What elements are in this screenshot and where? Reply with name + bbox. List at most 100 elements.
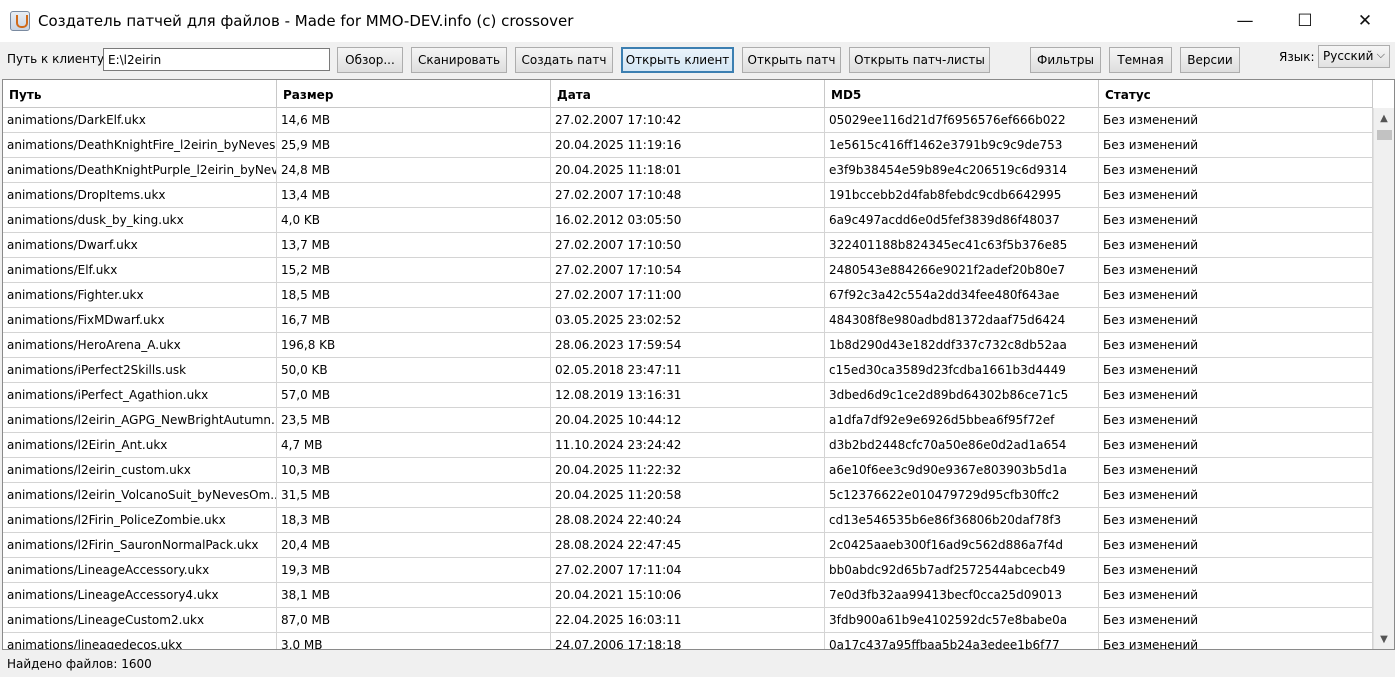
cell-path: animations/LineageAccessory.ukx <box>3 558 277 582</box>
scan-button[interactable]: Сканировать <box>411 47 507 73</box>
maximize-button[interactable]: ☐ <box>1275 0 1335 42</box>
column-md5-header[interactable]: MD5 <box>825 80 1099 108</box>
table-row[interactable]: animations/DropItems.ukx 13,4 MB 27.02.200… <box>3 183 1373 208</box>
open-patch-lists-button[interactable]: Открыть патч-листы <box>849 47 990 73</box>
cell-path: animations/l2Firin_PoliceZombie.ukx <box>3 508 277 532</box>
table-row[interactable]: animations/Dwarf.ukx 13,7 MB 27.02.2007 17… <box>3 233 1373 258</box>
table-row[interactable]: animations/LineageCustom2.ukx 87,0 MB 22.0… <box>3 608 1373 633</box>
cell-md5: 6a9c497acdd6e0d5fef3839d86f48037 <box>825 208 1099 232</box>
language-select[interactable]: Русский ⌵ <box>1318 45 1390 68</box>
column-path-header[interactable]: Путь <box>3 80 277 108</box>
table-row[interactable]: animations/FixMDwarf.ukx 16,7 MB 03.05.202… <box>3 308 1373 333</box>
cell-date: 20.04.2025 11:18:01 <box>551 158 825 182</box>
table-row[interactable]: animations/l2eirin_custom.ukx 10,3 MB 20.0… <box>3 458 1373 483</box>
minimize-button[interactable]: — <box>1215 0 1275 42</box>
cell-size: 10,3 MB <box>277 458 551 482</box>
cell-date: 02.05.2018 23:47:11 <box>551 358 825 382</box>
cell-path: animations/LineageCustom2.ukx <box>3 608 277 632</box>
cell-path: animations/l2eirin_AGPG_NewBrightAutumn.… <box>3 408 277 432</box>
dark-theme-button[interactable]: Темная <box>1109 47 1172 73</box>
toolbar: Путь к клиенту: Обзор... Сканировать Соз… <box>0 42 1395 78</box>
table-row[interactable]: animations/dusk_by_king.ukx 4,0 KB 16.02.2… <box>3 208 1373 233</box>
browse-button[interactable]: Обзор... <box>337 47 403 73</box>
cell-size: 25,9 MB <box>277 133 551 157</box>
cell-date: 11.10.2024 23:24:42 <box>551 433 825 457</box>
scroll-up-icon[interactable]: ▲ <box>1374 108 1394 128</box>
cell-md5: a6e10f6ee3c9d90e9367e803903b5d1a <box>825 458 1099 482</box>
cell-date: 28.08.2024 22:40:24 <box>551 508 825 532</box>
cell-date: 27.02.2007 17:10:42 <box>551 108 825 132</box>
java-app-icon <box>10 11 30 31</box>
open-client-button[interactable]: Открыть клиент <box>621 47 734 73</box>
table-row[interactable]: animations/HeroArena_A.ukx 196,8 KB 28.06.… <box>3 333 1373 358</box>
cell-status: Без изменений <box>1099 258 1373 282</box>
cell-path: animations/Elf.ukx <box>3 258 277 282</box>
cell-date: 22.04.2025 16:03:11 <box>551 608 825 632</box>
cell-status: Без изменений <box>1099 333 1373 357</box>
cell-md5: bb0abdc92d65b7adf2572544abcecb49 <box>825 558 1099 582</box>
cell-size: 15,2 MB <box>277 258 551 282</box>
table-row[interactable]: animations/iPerfect2Skills.usk 50,0 KB 02.… <box>3 358 1373 383</box>
cell-md5: 2480543e884266e9021f2adef20b80e7 <box>825 258 1099 282</box>
table-row[interactable]: animations/LineageAccessory.ukx 19,3 MB 27… <box>3 558 1373 583</box>
cell-size: 18,5 MB <box>277 283 551 307</box>
vertical-scrollbar[interactable]: ▲ ▼ <box>1373 108 1394 649</box>
close-button[interactable]: ✕ <box>1335 0 1395 42</box>
cell-path: animations/Dwarf.ukx <box>3 233 277 257</box>
title-bar: Создатель патчей для файлов - Made for M… <box>0 0 1395 42</box>
table-row[interactable]: animations/lineagedecos.ukx 3,0 MB 24.07.2… <box>3 633 1373 649</box>
status-bar: Найдено файлов: 1600 <box>0 651 1395 677</box>
table-row[interactable]: animations/DeathKnightFire_l2eirin_byNev… <box>3 133 1373 158</box>
table-row[interactable]: animations/l2eirin_VolcanoSuit_byNevesOm… <box>3 483 1373 508</box>
cell-status: Без изменений <box>1099 108 1373 132</box>
cell-date: 12.08.2019 13:16:31 <box>551 383 825 407</box>
cell-md5: 5c12376622e010479729d95cfb30ffc2 <box>825 483 1099 507</box>
cell-size: 18,3 MB <box>277 508 551 532</box>
chevron-down-icon: ⌵ <box>1376 48 1385 61</box>
table-row[interactable]: animations/Elf.ukx 15,2 MB 27.02.2007 17:1… <box>3 258 1373 283</box>
column-date-header[interactable]: Дата <box>551 80 825 108</box>
cell-path: animations/lineagedecos.ukx <box>3 633 277 649</box>
cell-date: 20.04.2025 11:19:16 <box>551 133 825 157</box>
table-row[interactable]: animations/l2Firin_SauronNormalPack.ukx 2… <box>3 533 1373 558</box>
cell-size: 20,4 MB <box>277 533 551 557</box>
table-row[interactable]: animations/LineageAccessory4.ukx 38,1 MB 2… <box>3 583 1373 608</box>
scroll-down-icon[interactable]: ▼ <box>1374 629 1394 649</box>
scrollbar-thumb[interactable] <box>1377 130 1392 140</box>
cell-md5: a1dfa7df92e9e6926d5bbea6f95f72ef <box>825 408 1099 432</box>
table-row[interactable]: animations/DeathKnightPurple_l2eirin_byN… <box>3 158 1373 183</box>
table-row[interactable]: animations/l2Eirin_Ant.ukx 4,7 MB 11.10.20… <box>3 433 1373 458</box>
cell-size: 3,0 MB <box>277 633 551 649</box>
cell-md5: c15ed30ca3589d23fcdba1661b3d4449 <box>825 358 1099 382</box>
cell-size: 24,8 MB <box>277 158 551 182</box>
cell-date: 24.07.2006 17:18:18 <box>551 633 825 649</box>
column-status-header[interactable]: Статус <box>1099 80 1373 108</box>
cell-size: 4,0 KB <box>277 208 551 232</box>
filters-button[interactable]: Фильтры <box>1030 47 1101 73</box>
cell-md5: 3dbed6d9c1ce2d89bd64302b86ce71c5 <box>825 383 1099 407</box>
cell-path: animations/DeathKnightPurple_l2eirin_byN… <box>3 158 277 182</box>
table-row[interactable]: animations/l2eirin_AGPG_NewBrightAutumn.… <box>3 408 1373 433</box>
cell-path: animations/l2Firin_SauronNormalPack.ukx <box>3 533 277 557</box>
open-patch-button[interactable]: Открыть патч <box>742 47 841 73</box>
table-row[interactable]: animations/Fighter.ukx 18,5 MB 27.02.2007 … <box>3 283 1373 308</box>
files-table: Путь Размер Дата MD5 Статус animations/DarkE… <box>2 79 1395 650</box>
language-label: Язык: <box>1279 50 1315 64</box>
table-row[interactable]: animations/l2Firin_PoliceZombie.ukx 18,3 … <box>3 508 1373 533</box>
cell-size: 31,5 MB <box>277 483 551 507</box>
cell-md5: 1e5615c416ff1462e3791b9c9c9de753 <box>825 133 1099 157</box>
table-row[interactable]: animations/DarkElf.ukx 14,6 MB 27.02.2007 … <box>3 108 1373 133</box>
cell-size: 16,7 MB <box>277 308 551 332</box>
cell-date: 20.04.2025 11:20:58 <box>551 483 825 507</box>
table-row[interactable]: animations/iPerfect_Agathion.ukx 57,0 MB 1… <box>3 383 1373 408</box>
cell-md5: 0a17c437a95ffbaa5b24a3edee1b6f77 <box>825 633 1099 649</box>
create-patch-button[interactable]: Создать патч <box>515 47 613 73</box>
column-size-header[interactable]: Размер <box>277 80 551 108</box>
window-controls: — ☐ ✕ <box>1215 0 1395 42</box>
client-path-input[interactable] <box>103 48 330 71</box>
cell-size: 19,3 MB <box>277 558 551 582</box>
cell-status: Без изменений <box>1099 483 1373 507</box>
versions-button[interactable]: Версии <box>1180 47 1240 73</box>
cell-path: animations/l2Eirin_Ant.ukx <box>3 433 277 457</box>
cell-path: animations/DarkElf.ukx <box>3 108 277 132</box>
